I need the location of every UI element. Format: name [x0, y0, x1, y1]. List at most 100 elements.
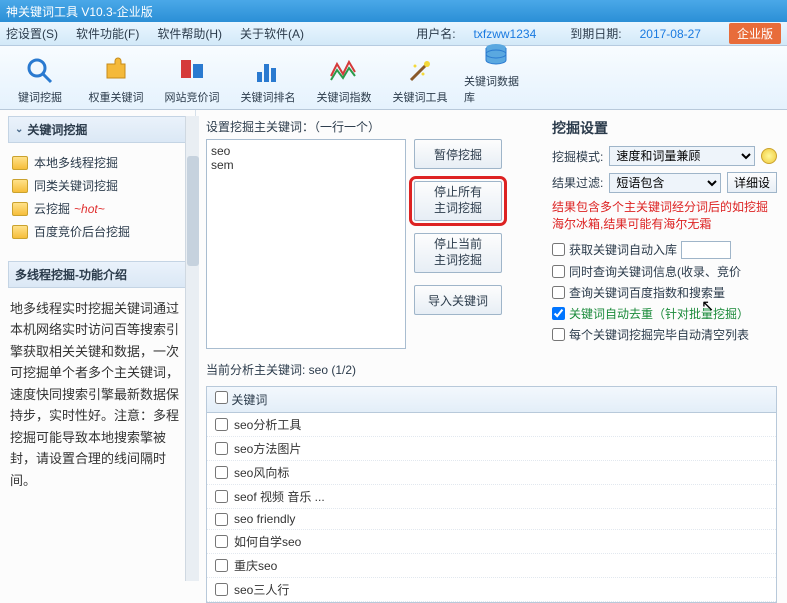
panel-title: 关键词挖掘: [27, 121, 87, 138]
tree-label: 百度竞价后台挖掘: [34, 223, 130, 240]
row-checkbox[interactable]: [215, 418, 228, 431]
tree-item-baidu-bid[interactable]: 百度竞价后台挖掘: [12, 220, 183, 243]
tool-label: 关键词工具: [393, 89, 448, 105]
chk-query-info[interactable]: [552, 265, 565, 278]
chk-auto-store[interactable]: [552, 243, 565, 256]
stop-all-button[interactable]: 停止所有 主词挖掘: [414, 181, 502, 221]
table-header-checkbox[interactable]: [215, 391, 228, 404]
tool-label: 网站竞价词: [165, 89, 220, 105]
row-label: seo三人行: [234, 581, 289, 598]
settings-title: 挖掘设置: [552, 118, 777, 138]
chk-label: 每个关键词挖掘完毕自动清空列表: [569, 326, 749, 343]
tree-item-local[interactable]: 本地多线程挖掘: [12, 151, 183, 174]
table-header[interactable]: 关键词: [207, 387, 776, 413]
seed-input[interactable]: [206, 139, 406, 349]
menu-settings[interactable]: 挖设置(S): [6, 25, 58, 42]
filter-select[interactable]: 短语包含: [609, 173, 721, 193]
tool-label: 关键词数据库: [464, 73, 528, 105]
folder-icon: [12, 202, 28, 216]
wave-icon: [328, 55, 360, 87]
row-checkbox[interactable]: [215, 513, 228, 526]
db-icon: [480, 39, 512, 71]
row-checkbox[interactable]: [215, 583, 228, 596]
tool-keyword-dig[interactable]: 键词挖掘: [6, 53, 74, 107]
chk-clear[interactable]: [552, 328, 565, 341]
table-row[interactable]: seo风向标: [207, 461, 776, 485]
table-row[interactable]: seo friendly: [207, 509, 776, 530]
tool-label: 权重关键词: [89, 89, 144, 105]
row-checkbox[interactable]: [215, 442, 228, 455]
chk-label: 关键词自动去重（针对批量挖掘）: [569, 305, 749, 322]
collapse-icon: ⌄: [15, 124, 23, 135]
tool-label: 键词挖掘: [18, 89, 62, 105]
tree-item-similar[interactable]: 同类关键词挖掘: [12, 174, 183, 197]
chk-label: 获取关键词自动入库: [569, 241, 677, 258]
filter-label: 结果过滤:: [552, 174, 603, 191]
chk-dedup[interactable]: [552, 307, 565, 320]
row-label: seo方法图片: [234, 440, 301, 457]
tool-label: 关键词指数: [317, 89, 372, 105]
tree-label: 云挖掘: [34, 200, 70, 217]
folder-icon: [12, 156, 28, 170]
mode-label: 挖掘模式:: [552, 148, 603, 165]
expire-label: 到期日期:: [570, 25, 621, 42]
tool-keyword-db[interactable]: 关键词数据库: [462, 37, 530, 107]
user-label: 用户名:: [416, 25, 455, 42]
chart-icon: [252, 55, 284, 87]
sidebar: ⌄ 关键词挖掘 本地多线程挖掘 同类关键词挖掘 云挖掘 ~hot~ 百度竞价后台挖…: [0, 110, 196, 581]
enterprise-badge: 企业版: [729, 23, 781, 44]
tool-keyword-rank[interactable]: 关键词排名: [234, 53, 302, 107]
table-row[interactable]: 如何自学seo: [207, 530, 776, 554]
window-title: 神关键词工具 V10.3-企业版: [6, 3, 153, 20]
settings-panel: 挖掘设置 挖掘模式: 速度和词量兼顾 结果过滤: 短语包含 详细设 结果包含多个…: [552, 118, 777, 349]
title-bar: 神关键词工具 V10.3-企业版: [0, 0, 787, 22]
tool-keyword-tools[interactable]: 关键词工具: [386, 53, 454, 107]
tool-site-bid[interactable]: 网站竞价词: [158, 53, 226, 107]
auto-store-input[interactable]: [681, 241, 731, 259]
tree-item-cloud[interactable]: 云挖掘 ~hot~: [12, 197, 183, 220]
menu-about[interactable]: 关于软件(A): [240, 25, 304, 42]
tool-keyword-index[interactable]: 关键词指数: [310, 53, 378, 107]
pause-button[interactable]: 暂停挖掘: [414, 139, 502, 169]
menu-functions[interactable]: 软件功能(F): [76, 25, 139, 42]
import-button[interactable]: 导入关键词: [414, 285, 502, 315]
stop-current-button[interactable]: 停止当前 主词挖掘: [414, 233, 502, 273]
table-row[interactable]: seo分析工具: [207, 413, 776, 437]
mode-select[interactable]: 速度和词量兼顾: [609, 146, 755, 166]
sidebar-panel-header[interactable]: ⌄ 关键词挖掘: [8, 116, 187, 143]
row-checkbox[interactable]: [215, 535, 228, 548]
seed-label: 设置挖掘主关键词：（一行一个）: [206, 118, 536, 135]
chk-label: 查询关键词百度指数和搜索量: [569, 284, 725, 301]
row-label: 如何自学seo: [234, 533, 301, 550]
tree-label: 本地多线程挖掘: [34, 154, 118, 171]
menu-help[interactable]: 软件帮助(H): [157, 25, 222, 42]
folder-icon: [12, 179, 28, 193]
expire-value: 2017-08-27: [640, 27, 701, 41]
tools-icon: [176, 55, 208, 87]
row-checkbox[interactable]: [215, 466, 228, 479]
table-row[interactable]: seof 视频 音乐 ...: [207, 485, 776, 509]
sidebar-scrollbar[interactable]: [185, 116, 199, 581]
row-label: seof 视频 音乐 ...: [234, 488, 325, 505]
puzzle-icon: [100, 55, 132, 87]
keyword-table: 关键词 seo分析工具 seo方法图片 seo风向标 seof 视频 音乐 ... se…: [206, 386, 777, 603]
row-label: seo分析工具: [234, 416, 301, 433]
row-label: seo friendly: [234, 512, 295, 526]
chk-query-index[interactable]: [552, 286, 565, 299]
row-checkbox[interactable]: [215, 490, 228, 503]
row-checkbox[interactable]: [215, 559, 228, 572]
detail-button[interactable]: 详细设: [727, 172, 777, 193]
bulb-icon[interactable]: [761, 148, 777, 164]
table-row[interactable]: seo三人行: [207, 578, 776, 602]
table-row[interactable]: seo方法图片: [207, 437, 776, 461]
wand-icon: [404, 55, 436, 87]
tool-weight-keyword[interactable]: 权重关键词: [82, 53, 150, 107]
menu-bar: 挖设置(S) 软件功能(F) 软件帮助(H) 关于软件(A) 用户名: txfz…: [0, 22, 787, 46]
tree: 本地多线程挖掘 同类关键词挖掘 云挖掘 ~hot~ 百度竞价后台挖掘: [8, 143, 187, 257]
table-header-label: 关键词: [231, 393, 267, 407]
chk-label: 同时查询关键词信息(收录、竞价: [569, 263, 741, 280]
scrollbar-thumb[interactable]: [187, 156, 199, 266]
table-row[interactable]: 重庆seo: [207, 554, 776, 578]
hot-badge: ~hot~: [74, 202, 105, 216]
tool-label: 关键词排名: [241, 89, 296, 105]
